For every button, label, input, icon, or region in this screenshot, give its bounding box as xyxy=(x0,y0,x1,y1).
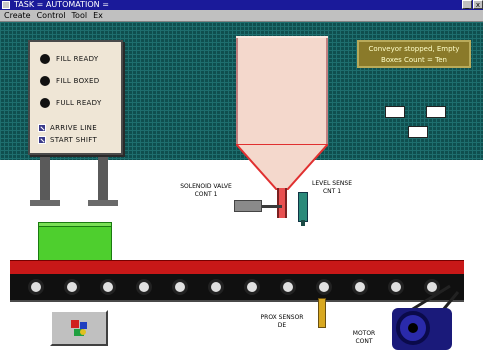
roller xyxy=(100,279,116,295)
window-title: TASK = AUTOMATION = xyxy=(14,0,109,9)
hopper-tank xyxy=(236,38,328,144)
lamp-row-full-ready: FULL READY xyxy=(40,98,102,108)
title-bar: TASK = AUTOMATION = _ x xyxy=(0,0,483,10)
hmi-window: TASK = AUTOMATION = _ x Create Control T… xyxy=(0,0,483,360)
lamp-row-fill-ready: FILL READY xyxy=(40,54,98,64)
roller xyxy=(244,279,260,295)
roller xyxy=(64,279,80,295)
lamp-label: FILL READY xyxy=(56,55,99,63)
control-panel: FILL READY FILL BOXED FULL READY ARRIVE … xyxy=(28,40,123,155)
panel-foot xyxy=(88,200,118,206)
menu-item-ex[interactable]: Ex xyxy=(93,10,103,21)
roller xyxy=(352,279,368,295)
minimize-button[interactable]: _ xyxy=(462,0,472,9)
motor-shaft-icon xyxy=(408,323,418,333)
switch-icon[interactable] xyxy=(38,136,46,144)
level-sensor-tip xyxy=(301,220,305,226)
value-display-a xyxy=(385,106,405,118)
app-launch-icon xyxy=(71,320,87,336)
conveyor-belt xyxy=(10,260,464,274)
status-line-1: Conveyor stopped, Empty xyxy=(368,45,460,53)
roller xyxy=(208,279,224,295)
app-launch-button[interactable] xyxy=(50,310,108,346)
indicator-lamp-icon xyxy=(40,76,50,86)
close-button[interactable]: x xyxy=(473,0,483,9)
roller xyxy=(136,279,152,295)
status-line-2: Boxes Count = Ten xyxy=(381,56,447,64)
level-sensor-label: LEVEL SENSE CNT 1 xyxy=(312,180,352,195)
valve-arm xyxy=(262,205,282,208)
value-display-b xyxy=(426,106,446,118)
menu-item-create[interactable]: Create xyxy=(4,10,31,21)
switch-start-shift[interactable]: START SHIFT xyxy=(38,136,97,144)
hopper-spout xyxy=(277,188,287,218)
solenoid-valve[interactable] xyxy=(234,200,262,212)
menu-item-tool[interactable]: Tool xyxy=(72,10,88,21)
switch-arrive-line[interactable]: ARRIVE LINE xyxy=(38,124,97,132)
menu-bar: Create Control Tool Ex xyxy=(0,10,483,22)
indicator-lamp-icon xyxy=(40,98,50,108)
switch-label: START SHIFT xyxy=(50,136,98,144)
status-display: Conveyor stopped, Empty Boxes Count = Te… xyxy=(357,40,471,68)
roller xyxy=(316,279,332,295)
panel-leg xyxy=(40,157,50,201)
lamp-label: FILL BOXED xyxy=(56,77,100,85)
level-sensor xyxy=(298,192,308,222)
system-menu-icon[interactable] xyxy=(2,1,10,9)
prox-sensor-label: PROX SENSOR DE xyxy=(260,314,304,329)
lamp-row-fill-boxed: FILL BOXED xyxy=(40,76,99,86)
lamp-label: FULL READY xyxy=(56,99,102,107)
switch-label: ARRIVE LINE xyxy=(50,124,97,132)
panel-foot xyxy=(30,200,60,206)
menu-item-control[interactable]: Control xyxy=(37,10,66,21)
roller xyxy=(280,279,296,295)
roller xyxy=(172,279,188,295)
valve-label: SOLENOID VALVE CONT 1 xyxy=(180,183,232,198)
window-controls: _ x xyxy=(461,0,483,9)
proximity-sensor xyxy=(318,298,326,328)
switch-icon[interactable] xyxy=(38,124,46,132)
value-display-c xyxy=(408,126,428,138)
indicator-lamp-icon xyxy=(40,54,50,64)
roller xyxy=(28,279,44,295)
panel-leg xyxy=(98,157,108,201)
motor-label: MOTOR CONT xyxy=(352,330,376,345)
